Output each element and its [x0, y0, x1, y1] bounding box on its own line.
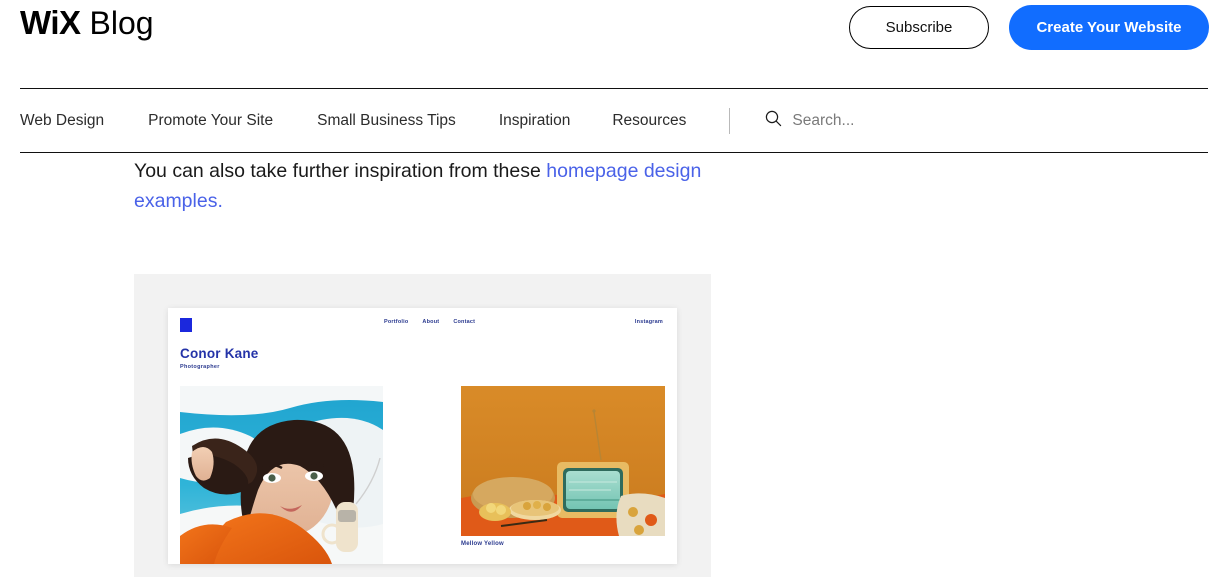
search-icon [765, 110, 782, 132]
site-header: WiX Blog Subscribe Create Your Website [0, 0, 1229, 84]
article-paragraph: You can also take further inspiration fr… [134, 156, 734, 216]
nav-item-resources[interactable]: Resources [612, 112, 686, 130]
nav-item-inspiration[interactable]: Inspiration [499, 112, 571, 130]
preview-navigation: Portfolio About Contact [384, 319, 475, 325]
subscribe-button[interactable]: Subscribe [849, 6, 989, 49]
preview-photo-portrait [180, 386, 383, 564]
blue-square-logo-icon [180, 318, 192, 332]
search-placeholder-text: Search... [792, 111, 855, 129]
preview-photo-portrait-alt: Woman in orange top holding vintage tele… [168, 308, 169, 309]
preview-nav-item-portfolio[interactable]: Portfolio [384, 319, 408, 325]
blog-wordmark: Blog [89, 5, 154, 41]
article-body: You can also take further inspiration fr… [134, 156, 734, 216]
paragraph-text: You can also take further inspiration fr… [134, 160, 547, 182]
wix-blog-logo[interactable]: WiX Blog [20, 6, 154, 39]
nav-item-small-business-tips[interactable]: Small Business Tips [317, 112, 456, 130]
preview-nav-item-contact[interactable]: Contact [453, 319, 475, 325]
preview-photo-retro-tv-alt: Retro television with mint green screen … [168, 308, 169, 309]
search-input[interactable]: Search... [765, 110, 854, 132]
create-your-website-button[interactable]: Create Your Website [1009, 5, 1209, 50]
nav-divider [729, 107, 731, 134]
preview-instagram-link[interactable]: Instagram [635, 319, 663, 325]
preview-nav-item-about[interactable]: About [422, 319, 439, 325]
preview-site-title: Conor Kane [180, 346, 259, 361]
nav-item-web-design[interactable]: Web Design [20, 112, 104, 130]
website-preview-card[interactable]: Portfolio About Contact Instagram Conor … [168, 308, 677, 564]
preview-photo-retro-tv [461, 386, 665, 536]
primary-navigation: Web Design Promote Your Site Small Busin… [20, 88, 1208, 153]
preview-photo-caption: Mellow Yellow [461, 541, 504, 547]
preview-site-subtitle: Photographer [180, 364, 220, 370]
article-figure: Portfolio About Contact Instagram Conor … [134, 274, 711, 577]
wix-wordmark: WiX [20, 4, 81, 41]
nav-item-promote-your-site[interactable]: Promote Your Site [148, 112, 273, 130]
